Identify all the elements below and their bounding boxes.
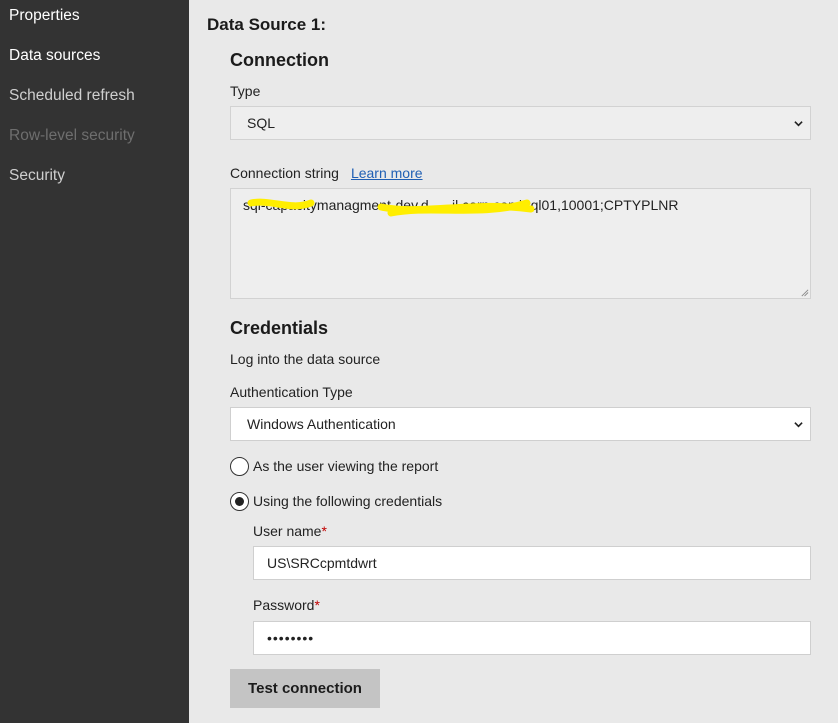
authentication-type-select[interactable]: Windows Authentication [230,407,811,441]
password-label: Password [253,597,315,613]
required-marker: * [314,597,320,613]
authentication-type-label: Authentication Type [230,384,353,400]
authentication-type-value: Windows Authentication [247,416,396,432]
connection-string-input[interactable]: sql-capacitymanagment-dev.d......il.corp… [230,188,811,299]
sidebar-item-scheduled-refresh[interactable]: Scheduled refresh [9,86,135,106]
password-input[interactable]: •••••••• [253,621,811,655]
radio-following-credentials-label: Using the following credentials [253,493,443,509]
sidebar-item-properties[interactable]: Properties [9,6,80,26]
type-label: Type [230,83,261,99]
data-source-title: Data Source 1: [207,15,327,34]
radio-viewing-user-label: As the user viewing the report [253,458,439,474]
chevron-down-icon [794,121,803,127]
learn-more-link[interactable]: Learn more [351,165,423,181]
sidebar: Properties Data sources Scheduled refres… [0,0,189,723]
sidebar-item-data-sources[interactable]: Data sources [9,46,100,66]
username-label-row: User name* [253,523,327,539]
username-value: US\SRCcpmtdwrt [267,555,377,571]
password-label-row: Password* [253,597,320,613]
password-value: •••••••• [267,630,315,646]
username-input[interactable]: US\SRCcpmtdwrt [253,546,811,580]
credentials-intro: Log into the data source [230,351,381,367]
radio-following-credentials[interactable] [230,492,249,511]
redaction-scribble [247,198,535,217]
username-label: User name [253,523,322,539]
main-panel: Data Source 1: Connection Type SQL Conne… [189,0,838,723]
chevron-down-icon [794,422,803,428]
type-select[interactable]: SQL [230,106,811,140]
test-connection-button[interactable]: Test connection [230,669,380,708]
credentials-heading: Credentials [230,318,329,338]
connection-string-label: Connection string [230,165,339,181]
connection-heading: Connection [230,50,329,70]
radio-viewing-user[interactable] [230,457,249,476]
connection-string-label-row: Connection string Learn more [230,165,423,181]
required-marker: * [321,523,327,539]
resize-handle-icon[interactable] [800,288,809,297]
sidebar-item-security[interactable]: Security [9,166,65,186]
sidebar-item-row-level-security: Row-level security [9,127,135,144]
type-select-value: SQL [247,115,276,131]
